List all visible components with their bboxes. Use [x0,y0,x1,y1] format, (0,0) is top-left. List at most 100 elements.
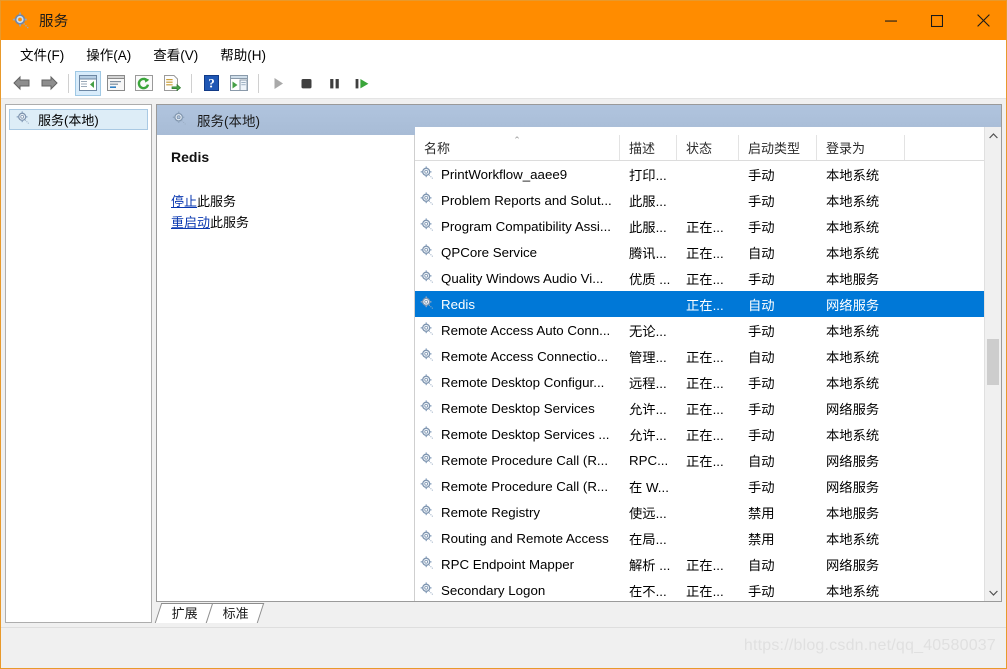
table-row[interactable]: Routing and Remote Access 在局... 禁用 本地系统 [415,525,984,551]
table-row[interactable]: Remote Desktop Services ... 允许... 正在... 手动 本… [415,421,984,447]
scroll-down-arrow-icon[interactable] [985,584,1001,601]
close-button[interactable] [960,1,1006,40]
cell-startup-type: 手动 [748,583,775,599]
tree-node-label: 服务(本地) [38,113,99,128]
table-row[interactable]: Remote Desktop Configur... 远程... 正在... 手动 本地… [415,369,984,395]
table-row[interactable]: Redis 正在... 自动 网络服务 [415,291,984,317]
service-name-label: Redis [441,296,475,312]
menu-bar: 文件(F) 操作(A) 查看(V) 帮助(H) [1,40,1006,68]
stop-service-action: 停止此服务 [171,191,400,212]
export-list-icon[interactable] [159,71,185,96]
service-gear-icon [419,321,435,340]
column-log-on-as[interactable]: 登录为 [817,135,905,160]
refresh-icon[interactable] [131,71,157,96]
tab-extended[interactable]: 扩展 [154,603,214,623]
table-row[interactable]: Secondary Logon 在不... 正在... 手动 本地系统 [415,577,984,601]
service-name-label: Remote Desktop Configur... [441,374,605,390]
properties-icon[interactable] [103,71,129,96]
back-arrow-icon[interactable] [8,71,34,96]
maximize-button[interactable] [914,1,960,40]
cell-startup-type: 自动 [748,297,775,313]
column-status-label: 状态 [686,141,713,156]
show-action-pane-icon[interactable] [226,71,252,96]
selected-service-name: Redis [171,149,210,165]
cell-startup-type: 手动 [748,271,775,287]
table-row[interactable]: Remote Access Auto Conn... 无论... 手动 本地系统 [415,317,984,343]
restart-service-icon[interactable] [349,71,375,96]
table-row[interactable]: Remote Access Connectio... 管理... 正在... 自动 本地… [415,343,984,369]
stop-service-icon[interactable] [293,71,319,96]
title-bar: 服务 [1,1,1006,40]
pause-service-icon[interactable] [321,71,347,96]
stop-service-link[interactable]: 停止 [171,194,197,209]
minimize-button[interactable] [868,1,914,40]
cell-description: 解析 ... [629,557,671,573]
cell-service-name: Routing and Remote Access [415,529,620,548]
cell-log-on-as: 本地服务 [826,505,880,521]
toolbar: ? [1,68,1006,99]
cell-description: RPC... [629,452,669,468]
menu-help[interactable]: 帮助(H) [209,41,277,67]
column-startup-type[interactable]: 启动类型 [739,135,817,160]
service-name-label: Problem Reports and Solut... [441,192,612,208]
table-row[interactable]: Quality Windows Audio Vi... 优质 ... 正在... 手动… [415,265,984,291]
table-row[interactable]: Program Compatibility Assi... 此服... 正在... 手… [415,213,984,239]
cell-service-name: Remote Registry [415,503,620,522]
cell-status: 正在... [686,427,724,443]
list-column-headers: 名称 ⌃ 描述 状态 启动类型 登录为 [415,135,1001,161]
cell-status: 正在... [686,297,724,313]
cell-log-on-as: 本地系统 [826,531,880,547]
service-name-label: Program Compatibility Assi... [441,218,611,234]
cell-status: 正在... [686,219,724,235]
forward-arrow-icon[interactable] [36,71,62,96]
menu-view[interactable]: 查看(V) [142,41,209,67]
cell-status: 正在... [686,401,724,417]
cell-startup-type: 手动 [748,479,775,495]
help-icon[interactable]: ? [198,71,224,96]
column-status[interactable]: 状态 [677,135,739,160]
menu-action[interactable]: 操作(A) [75,41,142,67]
column-name[interactable]: 名称 ⌃ [415,135,620,160]
cell-description: 打印... [629,167,667,183]
cell-description: 允许... [629,401,667,417]
service-name-label: Remote Procedure Call (R... [441,452,609,468]
cell-startup-type: 手动 [748,323,775,339]
cell-description: 允许... [629,427,667,443]
console-tree-pane: 服务(本地) [5,104,152,623]
cell-service-name: Remote Procedure Call (R... [415,451,620,470]
vertical-scrollbar[interactable] [984,127,1001,601]
table-row[interactable]: Remote Registry 使远... 禁用 本地服务 [415,499,984,525]
column-name-label: 名称 [424,141,451,156]
tab-standard[interactable]: 标准 [205,603,265,623]
toolbar-separator [68,73,69,93]
table-row[interactable]: Remote Procedure Call (R... RPC... 正在... 自动… [415,447,984,473]
menu-file[interactable]: 文件(F) [9,41,75,67]
table-row[interactable]: RPC Endpoint Mapper 解析 ... 正在... 自动 网络服务 [415,551,984,577]
column-spacer[interactable] [905,135,945,160]
cell-startup-type: 手动 [748,375,775,391]
table-row[interactable]: PrintWorkflow_aaee9 打印... 手动 本地系统 [415,161,984,187]
scroll-up-arrow-icon[interactable] [985,127,1001,144]
column-description[interactable]: 描述 [620,135,677,160]
service-gear-icon [419,269,435,288]
cell-description: 优质 ... [629,271,671,287]
cell-log-on-as: 本地系统 [826,375,880,391]
start-service-icon[interactable] [265,71,291,96]
table-row[interactable]: QPCore Service 腾讯... 正在... 自动 本地系统 [415,239,984,265]
cell-startup-type: 自动 [748,349,775,365]
table-row[interactable]: Problem Reports and Solut... 此服... 手动 本地系统 [415,187,984,213]
restart-service-link[interactable]: 重启动 [171,215,210,230]
toolbar-separator [258,73,259,93]
cell-description: 在局... [629,531,667,547]
cell-service-name: Remote Desktop Services ... [415,425,620,444]
services-gear-icon [171,110,188,130]
show-hide-console-tree-icon[interactable] [75,70,101,96]
scrollbar-thumb[interactable] [987,339,999,385]
cell-status: 正在... [686,453,724,469]
cell-startup-type: 手动 [748,401,775,417]
pane-header-label: 服务(本地) [197,114,260,129]
service-name-label: Remote Access Auto Conn... [441,322,611,338]
table-row[interactable]: Remote Desktop Services 允许... 正在... 手动 网络服务 [415,395,984,421]
tree-node-services-local[interactable]: 服务(本地) [9,109,148,130]
table-row[interactable]: Remote Procedure Call (R... 在 W... 手动 网络服务 [415,473,984,499]
